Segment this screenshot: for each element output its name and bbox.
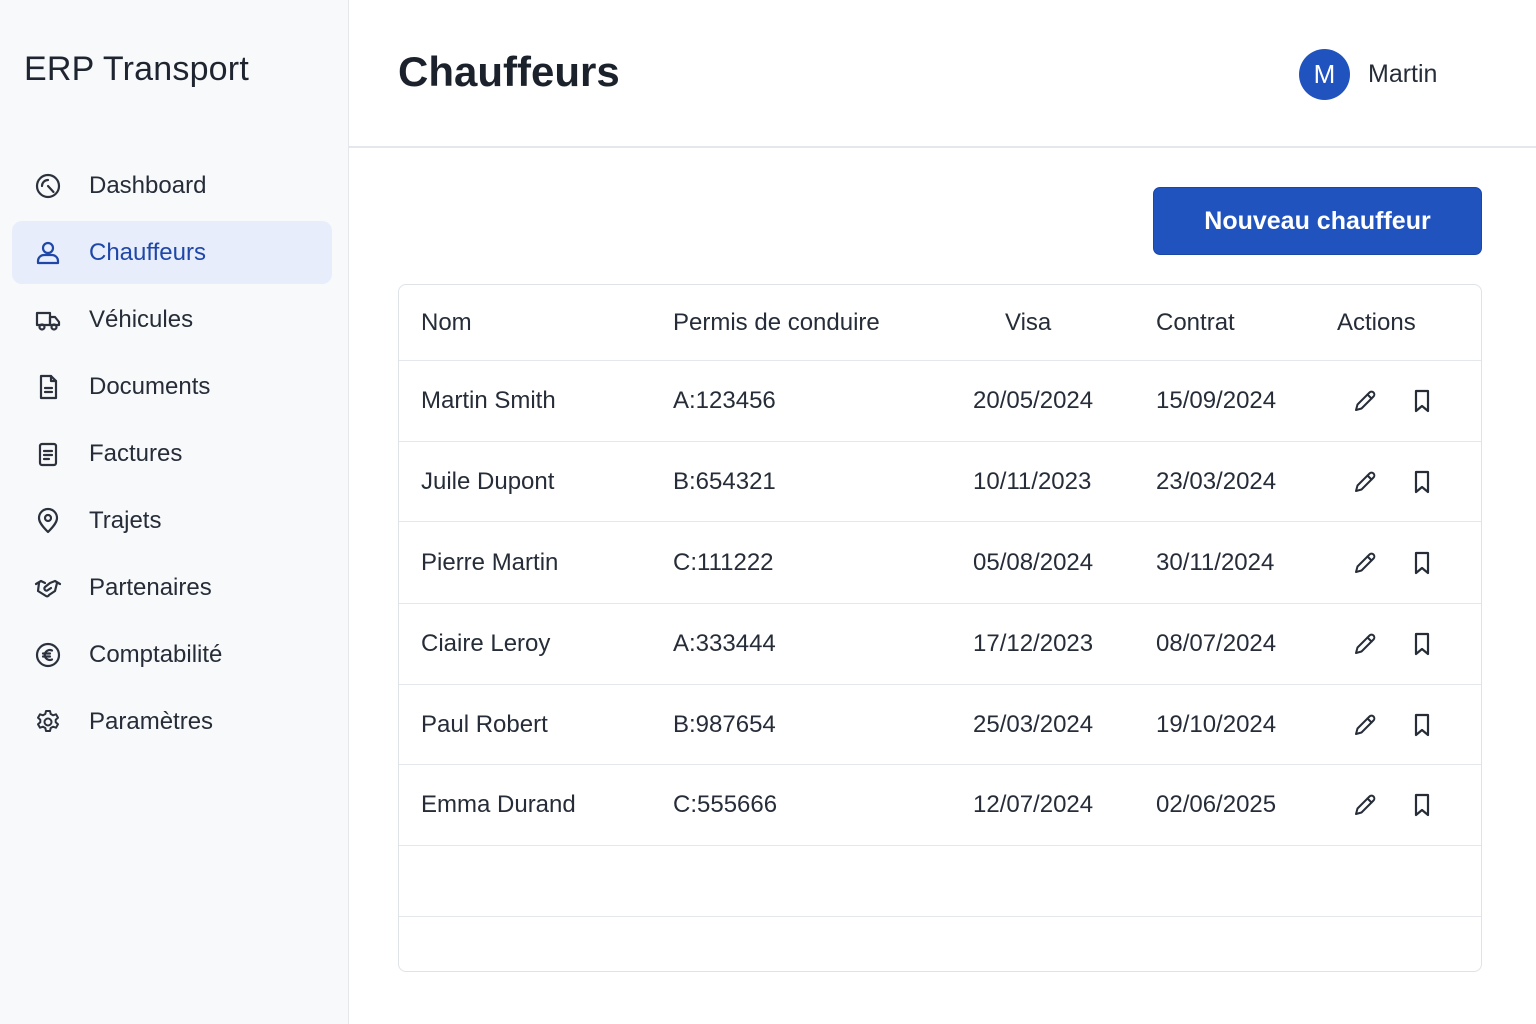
cell-visa: 20/05/2024	[973, 387, 1094, 414]
truck-icon	[32, 304, 64, 336]
column-header-actions: Actions	[1337, 308, 1416, 336]
table-row: Emma Durand C:555666 12/07/2024 02/06/20…	[399, 765, 1481, 846]
cell-nom: Martin Smith	[421, 387, 556, 414]
drivers-table: Nom Permis de conduire Visa Contrat Acti…	[398, 284, 1482, 972]
bookmark-icon[interactable]	[1405, 708, 1439, 742]
cell-permis: A:123456	[673, 387, 776, 414]
map-pin-icon	[32, 505, 64, 537]
edit-icon[interactable]	[1348, 465, 1382, 499]
sidebar-item-chauffeurs[interactable]: Chauffeurs	[12, 221, 332, 284]
table-row: Martin Smith A:123456 20/05/2024 15/09/2…	[399, 361, 1481, 442]
table-row: Pierre Martin C:111222 05/08/2024 30/11/…	[399, 522, 1481, 604]
cell-nom: Pierre Martin	[421, 548, 559, 576]
sidebar-item-parametres[interactable]: Paramètres	[12, 690, 332, 753]
cell-permis: B:654321	[673, 467, 776, 495]
cell-contrat: 23/03/2024	[1156, 467, 1277, 495]
cell-contrat: 02/06/2025	[1156, 791, 1277, 818]
edit-icon[interactable]	[1348, 546, 1382, 580]
user-name[interactable]: Martin	[1368, 60, 1437, 89]
cell-visa: 12/07/2024	[973, 791, 1094, 818]
cell-permis: C:111222	[673, 548, 774, 576]
sidebar-item-trajets[interactable]: Trajets	[12, 489, 332, 552]
cell-contrat: 15/09/2024	[1156, 387, 1277, 414]
cell-nom: Emma Durand	[421, 791, 576, 818]
table-row: Paul Robert B:987654 25/03/2024 19/10/20…	[399, 685, 1481, 765]
column-header-nom: Nom	[421, 308, 472, 336]
sidebar-item-vehicules[interactable]: Véhicules	[12, 288, 332, 351]
bookmark-icon[interactable]	[1405, 627, 1439, 661]
document-icon	[32, 371, 64, 403]
sidebar: ERP Transport Dashboard Chauffeurs Véhic…	[0, 0, 349, 1024]
cell-contrat: 08/07/2024	[1156, 630, 1277, 657]
column-header-contrat: Contrat	[1156, 308, 1235, 336]
cell-permis: A:333444	[673, 630, 776, 657]
page-header: Chauffeurs M Martin	[349, 0, 1536, 148]
app-root: ERP Transport Dashboard Chauffeurs Véhic…	[0, 0, 1536, 1024]
sidebar-item-documents[interactable]: Documents	[12, 355, 332, 418]
invoice-icon	[32, 438, 64, 470]
bookmark-icon[interactable]	[1405, 384, 1439, 418]
sidebar-item-label: Dashboard	[89, 171, 207, 199]
sidebar-item-label: Factures	[89, 439, 183, 467]
edit-icon[interactable]	[1348, 708, 1382, 742]
column-header-visa: Visa	[1005, 308, 1052, 336]
cell-visa: 05/08/2024	[973, 548, 1094, 576]
table-header-row: Nom Permis de conduire Visa Contrat Acti…	[399, 285, 1481, 361]
cell-nom: Juile Dupont	[421, 467, 555, 495]
cell-permis: C:555666	[673, 791, 778, 818]
sidebar-item-label: Paramètres	[89, 707, 214, 735]
edit-icon[interactable]	[1348, 788, 1382, 822]
dashboard-icon	[32, 170, 64, 202]
cell-visa: 10/11/2023	[973, 467, 1092, 495]
gear-icon	[32, 706, 64, 738]
sidebar-item-partenaires[interactable]: Partenaires	[12, 556, 332, 619]
bookmark-icon[interactable]	[1405, 465, 1439, 499]
sidebar-nav: Dashboard Chauffeurs Véhicules Documents…	[12, 154, 332, 757]
sidebar-item-label: Comptabilité	[89, 640, 223, 668]
cell-visa: 25/03/2024	[973, 710, 1094, 738]
sidebar-item-label: Trajets	[89, 506, 162, 534]
cell-permis: B:987654	[673, 710, 776, 738]
new-driver-button[interactable]: Nouveau chauffeur	[1153, 187, 1482, 255]
brand-title: ERP Transport	[24, 50, 249, 88]
cell-nom: Paul Robert	[421, 710, 548, 738]
table-row: Ciaire Leroy A:333444 17/12/2023 08/07/2…	[399, 604, 1481, 685]
sidebar-item-dashboard[interactable]: Dashboard	[12, 154, 332, 217]
page-title: Chauffeurs	[398, 48, 620, 95]
euro-icon	[32, 639, 64, 671]
sidebar-item-label: Chauffeurs	[89, 238, 206, 266]
sidebar-item-comptabilite[interactable]: Comptabilité	[12, 623, 332, 686]
edit-icon[interactable]	[1348, 627, 1382, 661]
sidebar-item-label: Partenaires	[89, 573, 212, 601]
edit-icon[interactable]	[1348, 384, 1382, 418]
cell-visa: 17/12/2023	[973, 630, 1094, 657]
cell-nom: Ciaire Leroy	[421, 630, 551, 657]
bookmark-icon[interactable]	[1405, 546, 1439, 580]
sidebar-item-label: Documents	[89, 372, 211, 400]
handshake-icon	[32, 572, 64, 604]
sidebar-item-factures[interactable]: Factures	[12, 422, 332, 485]
cell-contrat: 19/10/2024	[1156, 710, 1277, 738]
user-icon	[32, 237, 64, 269]
avatar[interactable]: M	[1299, 49, 1350, 100]
bookmark-icon[interactable]	[1405, 788, 1439, 822]
table-row-empty	[399, 846, 1481, 917]
table-row: Juile Dupont B:654321 10/11/2023 23/03/2…	[399, 442, 1481, 522]
sidebar-item-label: Véhicules	[89, 305, 194, 333]
cell-contrat: 30/11/2024	[1156, 548, 1275, 576]
column-header-permis: Permis de conduire	[673, 308, 880, 336]
